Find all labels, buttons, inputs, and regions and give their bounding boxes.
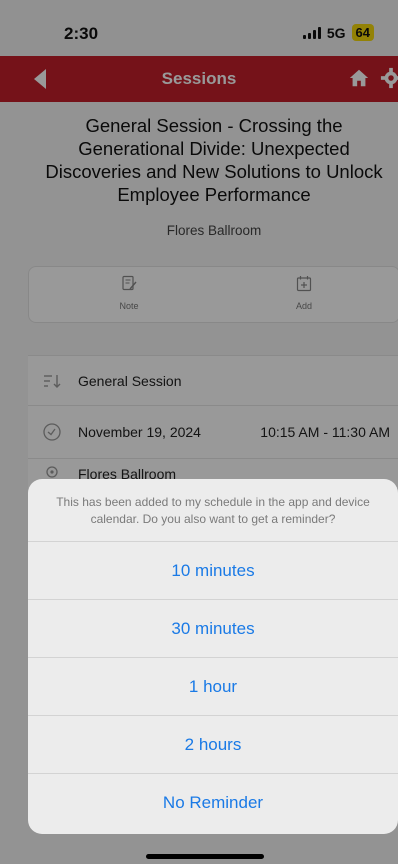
no-reminder-button[interactable]: No Reminder (28, 773, 398, 831)
reminder-action-sheet: This has been added to my schedule in th… (28, 479, 398, 834)
reminder-option-1-hour[interactable]: 1 hour (28, 657, 398, 715)
app-screen: 2:30 5G 64 Sessions General Session - Cr… (0, 0, 398, 864)
reminder-message: This has been added to my schedule in th… (56, 495, 370, 526)
reminder-option-10-minutes[interactable]: 10 minutes (28, 541, 398, 599)
reminder-option-30-minutes[interactable]: 30 minutes (28, 599, 398, 657)
reminder-option-2-hours[interactable]: 2 hours (28, 715, 398, 773)
home-indicator (146, 854, 264, 859)
